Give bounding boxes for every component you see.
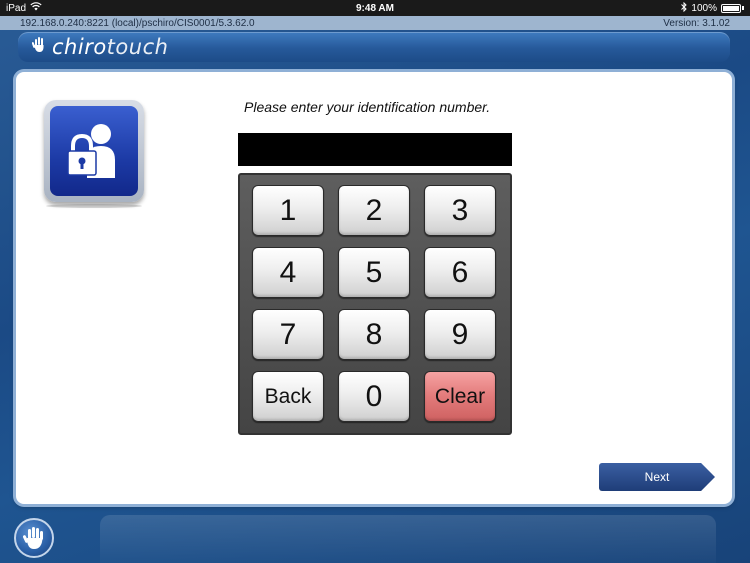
hand-logo-icon [31,36,46,58]
keypad: 1 2 3 4 5 6 7 8 9 Back 0 Clear [238,173,512,435]
key-3[interactable]: 3 [424,185,496,236]
battery-icon [721,3,741,13]
app-header: chirotouch [18,32,730,62]
version-label: Version: 3.1.02 [663,17,730,29]
key-1[interactable]: 1 [252,185,324,236]
key-2[interactable]: 2 [338,185,410,236]
key-0[interactable]: 0 [338,371,410,422]
id-prompt: Please enter your identification number. [244,99,491,115]
key-5[interactable]: 5 [338,247,410,298]
bluetooth-icon [681,1,688,15]
hand-icon [23,527,43,549]
next-button[interactable]: Next [599,463,715,491]
key-9[interactable]: 9 [424,309,496,360]
footer-band [100,515,716,563]
logo-text-touch: touch [106,35,169,59]
clear-button[interactable]: Clear [424,371,496,422]
status-time: 9:48 AM [356,2,394,14]
connection-info: 192.168.0.240:8221 (local)/pschiro/CIS00… [20,17,255,29]
logo-text-chiro: chiro [52,35,107,59]
key-8[interactable]: 8 [338,309,410,360]
key-6[interactable]: 6 [424,247,496,298]
id-number-field[interactable] [238,133,512,166]
app-logo: chirotouch [52,35,168,59]
key-7[interactable]: 7 [252,309,324,360]
home-button[interactable] [14,518,54,558]
lock-user-icon [67,124,115,178]
status-bar: iPad 9:48 AM 100% [0,0,750,16]
lock-user-tile [44,100,144,202]
carrier-label: iPad [6,2,27,14]
battery-percent: 100% [691,2,717,14]
back-button[interactable]: Back [252,371,324,422]
main-panel: Please enter your identification number.… [16,72,732,504]
wifi-icon [30,2,42,14]
key-4[interactable]: 4 [252,247,324,298]
info-bar: 192.168.0.240:8221 (local)/pschiro/CIS00… [0,16,750,30]
